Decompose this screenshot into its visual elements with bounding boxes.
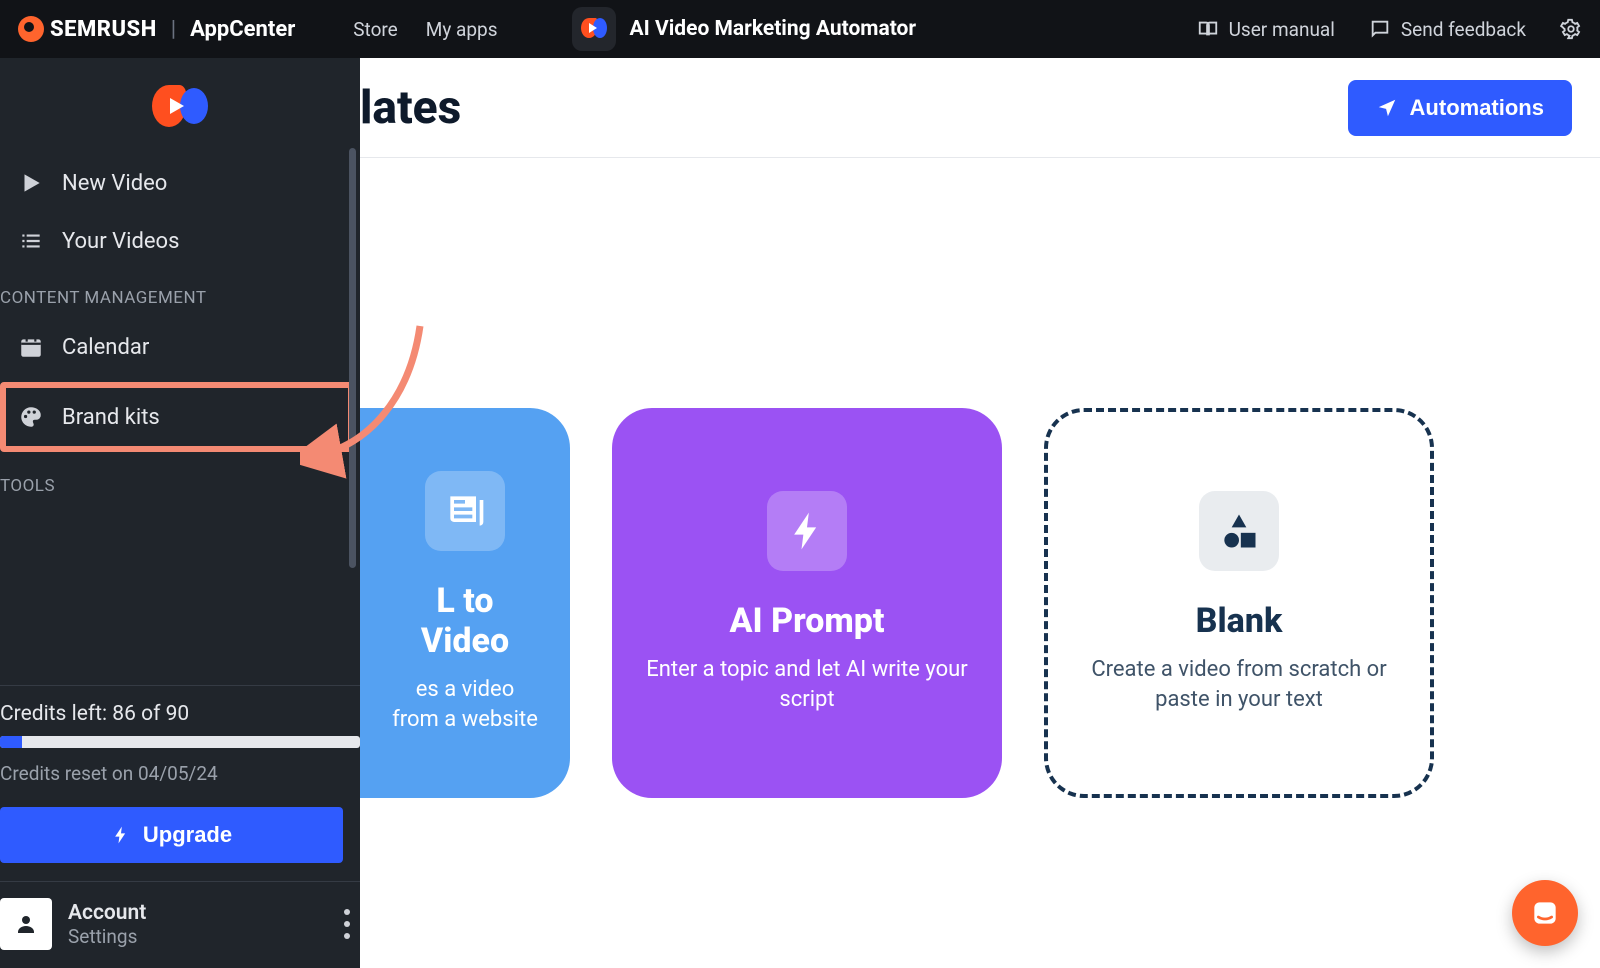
feedback-icon <box>1369 18 1391 40</box>
sidebar-item-label: Your Videos <box>62 229 179 254</box>
brand-area: SEMRUSH | AppCenter <box>18 16 295 42</box>
intercom-icon <box>1529 897 1561 929</box>
card-url-title: L to Video <box>390 581 540 661</box>
sidebar-item-label: Brand kits <box>62 405 160 430</box>
app-chip-icon <box>572 7 616 51</box>
upgrade-label: Upgrade <box>143 822 232 848</box>
settings-gear[interactable] <box>1560 18 1582 40</box>
card-ai-desc: Enter a topic and let AI write your scri… <box>642 655 972 714</box>
semrush-logo[interactable]: SEMRUSH <box>18 16 157 42</box>
credits-progress-fill <box>0 736 22 748</box>
user-manual-label: User manual <box>1229 18 1335 41</box>
sidebar-app-logo[interactable] <box>0 58 360 154</box>
semrush-flame-icon <box>18 16 44 42</box>
top-bar: SEMRUSH | AppCenter Store My apps AI Vid… <box>0 0 1600 58</box>
credits-panel: Credits left: 86 of 90 Credits reset on … <box>0 686 360 789</box>
current-app-title: AI Video Marketing Automator <box>630 17 917 41</box>
user-manual-link[interactable]: User manual <box>1197 18 1335 41</box>
current-app[interactable]: AI Video Marketing Automator <box>572 7 917 51</box>
card-blank-desc: Create a video from scratch or paste in … <box>1078 655 1400 714</box>
upgrade-button[interactable]: Upgrade <box>0 807 343 863</box>
account-row[interactable]: Account Settings <box>0 881 360 968</box>
card-ai-title: AI Prompt <box>730 601 885 641</box>
book-icon <box>1197 18 1219 40</box>
card-blank[interactable]: Blank Create a video from scratch or pas… <box>1044 408 1434 798</box>
top-right: User manual Send feedback <box>1197 18 1582 41</box>
sidebar: New Video Your Videos CONTENT MANAGEMENT… <box>0 58 360 968</box>
send-icon <box>1376 97 1398 119</box>
automations-button[interactable]: Automations <box>1348 80 1572 136</box>
send-feedback-label: Send feedback <box>1401 18 1526 41</box>
page-title: lates <box>360 81 461 135</box>
bolt-icon <box>111 825 131 845</box>
brand-divider: | <box>171 17 176 42</box>
semrush-wordmark: SEMRUSH <box>50 17 157 42</box>
sidebar-item-new-video[interactable]: New Video <box>0 154 360 212</box>
card-ai-prompt[interactable]: AI Prompt Enter a topic and let AI write… <box>612 408 1002 798</box>
calendar-icon <box>18 334 44 360</box>
appcenter-label[interactable]: AppCenter <box>190 17 295 42</box>
shapes-icon <box>1199 491 1279 571</box>
annotation-highlight-brand-kits: Brand kits <box>0 382 354 452</box>
card-url-to-video[interactable]: L to Video es a video from a website <box>360 408 570 798</box>
credits-progress <box>0 736 360 748</box>
sidebar-item-brand-kits[interactable]: Brand kits <box>6 388 328 446</box>
list-icon <box>18 228 44 254</box>
play-icon <box>18 170 44 196</box>
person-icon <box>14 912 38 936</box>
sidebar-section-tools: TOOLS <box>0 458 360 506</box>
sidebar-item-label: Calendar <box>62 335 149 360</box>
card-blank-title: Blank <box>1196 601 1283 641</box>
palette-icon <box>18 404 44 430</box>
avatar <box>0 898 52 950</box>
bolt-icon <box>767 491 847 571</box>
account-title: Account <box>68 901 146 925</box>
account-texts: Account Settings <box>68 901 146 948</box>
sidebar-item-your-videos[interactable]: Your Videos <box>0 212 360 270</box>
newspaper-icon <box>425 471 505 551</box>
chat-launcher[interactable] <box>1512 880 1578 946</box>
sidebar-item-label: New Video <box>62 171 167 196</box>
sidebar-scrollbar[interactable] <box>349 148 356 568</box>
automations-label: Automations <box>1410 95 1544 121</box>
credits-reset-text: Credits reset on 04/05/24 <box>0 762 360 785</box>
sidebar-section-content-mgmt: CONTENT MANAGEMENT <box>0 270 360 318</box>
nav-myapps[interactable]: My apps <box>426 18 498 41</box>
credits-left-text: Credits left: 86 of 90 <box>0 702 360 726</box>
card-url-desc: es a video from a website <box>390 675 540 734</box>
top-nav: Store My apps <box>353 18 497 41</box>
send-feedback-link[interactable]: Send feedback <box>1369 18 1526 41</box>
gear-icon <box>1560 18 1582 40</box>
account-subtitle: Settings <box>68 925 146 948</box>
sidebar-item-calendar[interactable]: Calendar <box>0 318 360 376</box>
account-menu-kebab[interactable] <box>344 909 350 939</box>
nav-store[interactable]: Store <box>353 18 398 41</box>
